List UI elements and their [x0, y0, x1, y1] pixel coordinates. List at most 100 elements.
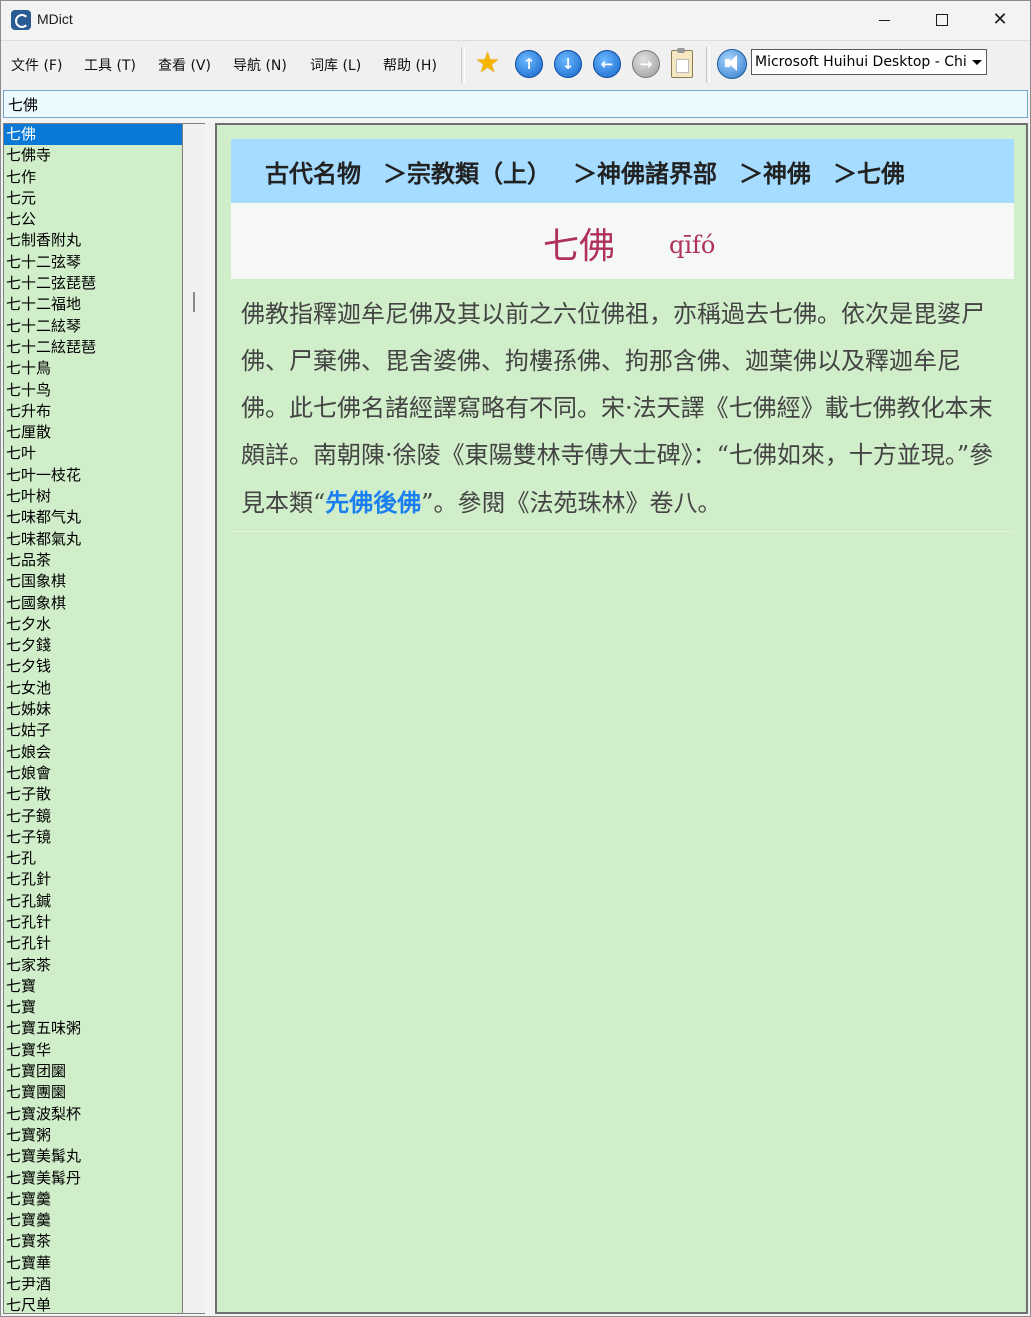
list-item[interactable]: 七寶華	[4, 1253, 182, 1274]
window-title: MDict	[37, 11, 73, 27]
word-list[interactable]: 七佛 七佛寺 七作 七元 七公 七制香附丸 七十二弦琴 七十二弦琵琶 七十二福地 七十二絃琴 七十二…	[3, 123, 183, 1314]
list-item[interactable]: 七十鳥	[4, 358, 182, 379]
list-item[interactable]: 七品茶	[4, 550, 182, 571]
list-item[interactable]: 七家茶	[4, 955, 182, 976]
list-item[interactable]: 七寶團圞	[4, 1082, 182, 1103]
list-item[interactable]: 七孔針	[4, 869, 182, 890]
list-item[interactable]: 七十二福地	[4, 294, 182, 315]
arrow-up-icon[interactable]: ↑	[515, 50, 543, 78]
list-item[interactable]: 七子镜	[4, 827, 182, 848]
list-item[interactable]: 七升布	[4, 401, 182, 422]
list-item[interactable]: 七寶波梨杯	[4, 1104, 182, 1125]
list-item[interactable]: 七寶茶	[4, 1231, 182, 1252]
close-button[interactable]: ✕	[971, 1, 1029, 39]
cross-reference-link[interactable]: 先佛後佛	[325, 488, 421, 517]
list-item[interactable]: 七孔	[4, 848, 182, 869]
search-input[interactable]	[3, 90, 1028, 118]
list-item[interactable]: 七寶羹	[4, 1189, 182, 1210]
list-item[interactable]: 七寶	[4, 997, 182, 1018]
definition-text-end: ”。參閱《法苑珠林》卷八。	[421, 489, 722, 517]
list-item[interactable]: 七制香附丸	[4, 230, 182, 251]
headword-box: 七佛 qīfó	[231, 203, 1014, 279]
list-item[interactable]: 七姑子	[4, 720, 182, 741]
chevron-down-icon[interactable]	[968, 50, 986, 74]
arrow-left-icon[interactable]: ←	[593, 50, 621, 78]
arrow-right-icon[interactable]: →	[632, 50, 660, 78]
list-item[interactable]: 七尹酒	[4, 1274, 182, 1295]
star-icon[interactable]: ★	[475, 49, 500, 77]
list-item[interactable]: 七夕钱	[4, 656, 182, 677]
pane-splitter[interactable]	[205, 123, 215, 1314]
list-item[interactable]: 七叶一枝花	[4, 465, 182, 486]
toolbar-separator	[706, 47, 710, 83]
toolbar-separator	[461, 47, 465, 83]
list-item[interactable]: 七十二弦琵琶	[4, 273, 182, 294]
list-item[interactable]: 七作	[4, 167, 182, 188]
list-item[interactable]: 七十二絃琵琶	[4, 337, 182, 358]
list-item[interactable]: 七寶	[4, 976, 182, 997]
breadcrumb: 古代名物 ＞宗教類（上） ＞神佛諸界部 ＞神佛 ＞七佛	[231, 139, 1014, 203]
list-item[interactable]: 七元	[4, 188, 182, 209]
list-item[interactable]: 七寶五味粥	[4, 1018, 182, 1039]
list-item[interactable]: 七公	[4, 209, 182, 230]
minimize-button[interactable]	[855, 1, 913, 39]
breadcrumb-item[interactable]: ＞神佛	[739, 154, 811, 189]
breadcrumb-item[interactable]: ＞宗教類（上）	[383, 154, 551, 189]
headword: 七佛	[543, 226, 616, 267]
mdict-app-icon	[11, 10, 31, 30]
list-item[interactable]: 七子散	[4, 784, 182, 805]
list-item[interactable]: 七夕錢	[4, 635, 182, 656]
list-item[interactable]: 七十二絃琴	[4, 316, 182, 337]
list-item[interactable]: 七國象棋	[4, 593, 182, 614]
definition-text: 佛教指釋迦牟尼佛及其以前之六位佛祖，亦稱過去七佛。依次是毘婆尸佛、尸棄佛、毘舍婆…	[241, 300, 994, 517]
list-item[interactable]: 七叶	[4, 443, 182, 464]
list-item[interactable]: 七子鏡	[4, 806, 182, 827]
menu-file[interactable]: 文件 (F)	[11, 55, 62, 75]
menu-view[interactable]: 查看 (V)	[158, 55, 211, 75]
dictionary-select[interactable]: Microsoft Huihui Desktop - Chinese	[751, 49, 987, 75]
list-item[interactable]: 七佛寺	[4, 145, 182, 166]
menu-navigate[interactable]: 导航 (N)	[233, 55, 287, 75]
speaker-icon[interactable]	[717, 49, 747, 79]
list-item[interactable]: 七孔针	[4, 912, 182, 933]
breadcrumb-item[interactable]: ＞七佛	[833, 154, 905, 189]
list-item[interactable]: 七寶美髯丹	[4, 1168, 182, 1189]
list-item[interactable]: 七姊妹	[4, 699, 182, 720]
scrollbar-thumb[interactable]	[193, 292, 195, 312]
list-item[interactable]: 七寶团圞	[4, 1061, 182, 1082]
list-item[interactable]: 七寶华	[4, 1040, 182, 1061]
clipboard-icon[interactable]	[671, 48, 693, 78]
menu-help[interactable]: 帮助 (H)	[383, 55, 437, 75]
list-item[interactable]: 七国象棋	[4, 571, 182, 592]
list-item[interactable]: 七娘會	[4, 763, 182, 784]
breadcrumb-item[interactable]: ＞神佛諸界部	[573, 154, 717, 189]
list-item[interactable]: 七味都气丸	[4, 507, 182, 528]
close-icon: ✕	[992, 9, 1008, 30]
minimize-icon	[878, 19, 890, 21]
list-item[interactable]: 七寶粥	[4, 1125, 182, 1146]
list-item[interactable]: 七孔针	[4, 933, 182, 954]
definition: 佛教指釋迦牟尼佛及其以前之六位佛祖，亦稱過去七佛。依次是毘婆尸佛、尸棄佛、毘舍婆…	[241, 291, 1005, 527]
list-item[interactable]: 七寶美髯丸	[4, 1146, 182, 1167]
list-item[interactable]: 七寶羹	[4, 1210, 182, 1231]
list-item[interactable]: 七十鸟	[4, 380, 182, 401]
word-list-scrollbar[interactable]	[183, 123, 205, 1314]
maximize-button[interactable]	[913, 1, 971, 39]
list-item[interactable]: 七叶树	[4, 486, 182, 507]
breadcrumb-item[interactable]: 古代名物	[265, 154, 361, 189]
list-item[interactable]: 七佛	[4, 124, 182, 146]
entry-content: 古代名物 ＞宗教類（上） ＞神佛諸界部 ＞神佛 ＞七佛 七佛 qīfó 佛教指釋迦牟尼佛…	[215, 123, 1028, 1314]
list-item[interactable]: 七娘会	[4, 742, 182, 763]
maximize-icon	[936, 14, 948, 26]
arrow-down-icon[interactable]: ↓	[554, 50, 582, 78]
menu-tools[interactable]: 工具 (T)	[84, 55, 136, 75]
divider	[231, 531, 1014, 532]
list-item[interactable]: 七厘散	[4, 422, 182, 443]
list-item[interactable]: 七尺单	[4, 1295, 182, 1313]
list-item[interactable]: 七夕水	[4, 614, 182, 635]
menu-library[interactable]: 词库 (L)	[310, 55, 361, 75]
list-item[interactable]: 七孔鍼	[4, 891, 182, 912]
list-item[interactable]: 七女池	[4, 678, 182, 699]
list-item[interactable]: 七十二弦琴	[4, 252, 182, 273]
list-item[interactable]: 七味都氣丸	[4, 529, 182, 550]
